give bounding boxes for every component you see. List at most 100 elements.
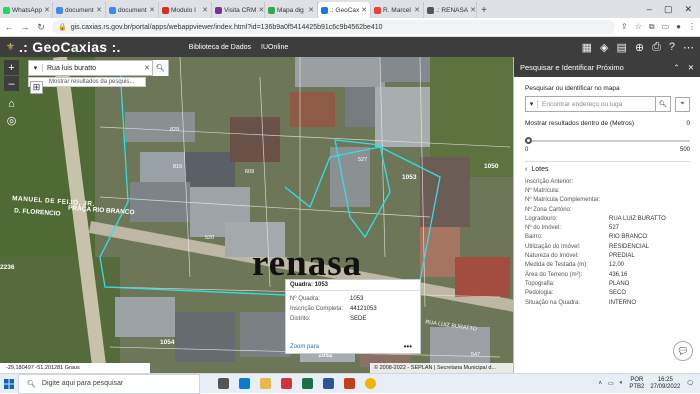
close-icon[interactable]: ✕ xyxy=(684,4,692,15)
zoom-in-button[interactable]: + xyxy=(4,60,19,75)
forward-icon[interactable]: → xyxy=(20,22,30,32)
address-input[interactable]: Encontrar endereço ou luga xyxy=(538,101,655,108)
browser-tab[interactable]: .: GeoCax ✕ xyxy=(318,2,371,18)
popup-more-button[interactable]: ••• xyxy=(404,342,412,351)
close-tab-icon[interactable]: ✕ xyxy=(414,6,420,14)
back-to-lotes[interactable]: ‹ Lotes xyxy=(525,161,690,177)
close-panel-icon[interactable]: ✕ xyxy=(688,63,694,72)
search-icon: 🔍︎ xyxy=(156,65,165,72)
zoom-to-link[interactable]: Zoom para xyxy=(290,344,319,350)
search-icon[interactable]: 🔍︎ xyxy=(655,97,670,111)
print-icon[interactable]: ⎙ xyxy=(652,41,661,54)
address-search[interactable]: ▾ Encontrar endereço ou luga 🔍︎ xyxy=(525,96,671,112)
star-icon[interactable]: ☆ xyxy=(635,22,642,32)
lot-label: 527 xyxy=(358,157,368,163)
zoom-out-button[interactable]: – xyxy=(4,76,19,91)
search-label: Pesquisar ou identificar no mapa xyxy=(525,85,620,92)
search-source-dropdown[interactable]: ▾ xyxy=(29,64,43,72)
browser-tab[interactable]: Mapa dig ✕ xyxy=(265,2,318,18)
browser-tab[interactable]: R. Marcel ✕ xyxy=(371,2,424,18)
close-tab-icon[interactable]: ✕ xyxy=(44,6,50,14)
url-text: gis.caxias.rs.gov.br/portal/apps/webappv… xyxy=(70,23,383,31)
taskbar-search-input[interactable]: Digite aqui para pesquisar xyxy=(42,380,123,387)
close-tab-icon[interactable]: ✕ xyxy=(308,6,314,14)
location-pin-icon[interactable]: ⌖ xyxy=(675,96,690,112)
search-input[interactable]: Rua luis buratto xyxy=(43,65,142,72)
reload-icon[interactable]: ↻ xyxy=(36,22,46,33)
minimize-icon[interactable]: – xyxy=(647,4,652,14)
identify-icon[interactable]: ⊕ xyxy=(635,41,644,54)
file-explorer-icon[interactable] xyxy=(260,378,271,389)
attribute-row: Nº Matrícula Complementar: xyxy=(525,196,690,205)
close-tab-icon[interactable]: ✕ xyxy=(96,6,102,14)
widgets-grid-icon[interactable]: ▦ xyxy=(582,41,592,54)
search-identify-panel: Pesquisar e Identificar Próximo ⌃ ✕ Pesq… xyxy=(513,57,700,373)
tab-favicon-icon xyxy=(427,6,434,14)
notifications-icon[interactable]: 🗨 xyxy=(686,380,694,387)
search-results-hint[interactable]: Mostrar resultados da pesquis... xyxy=(28,77,146,87)
link-iuonline[interactable]: IUOnline xyxy=(261,44,288,51)
profile-icon[interactable]: ● xyxy=(676,22,681,32)
feature-popup: Quadra: 1053 Nº Quadra: 1053 Inscrição Co… xyxy=(285,279,421,354)
map-search[interactable]: ▾ Rua luis buratto ✕ 🔍︎ xyxy=(28,60,169,76)
browser-tab[interactable]: .: RENASA ✕ xyxy=(424,2,477,18)
slider-thumb[interactable] xyxy=(525,137,532,144)
tab-favicon-icon xyxy=(109,6,116,14)
locate-icon[interactable]: ◎ xyxy=(4,113,19,128)
window-controls: – ▢ ✕ xyxy=(647,0,700,18)
close-tab-icon[interactable]: ✕ xyxy=(202,6,208,14)
close-tab-icon[interactable]: ✕ xyxy=(361,6,367,14)
attribute-row: Situação na Quadra: INTERNO xyxy=(525,298,690,307)
excel-icon[interactable] xyxy=(302,378,313,389)
watermark-logo: renasa xyxy=(252,243,363,284)
browser-tab[interactable]: Visita CRM ✕ xyxy=(212,2,265,18)
chrome-icon[interactable] xyxy=(365,378,376,389)
help-icon[interactable]: ? xyxy=(669,41,675,54)
close-tab-icon[interactable]: ✕ xyxy=(149,6,155,14)
browser-tab[interactable]: document ✕ xyxy=(106,2,159,18)
keyboard-indicator[interactable]: PTB2 xyxy=(629,384,644,391)
share-icon[interactable]: ⇪ xyxy=(621,22,628,32)
maximize-icon[interactable]: ▢ xyxy=(664,4,673,15)
extensions-icon[interactable]: ⧉ xyxy=(649,22,655,32)
new-tab-button[interactable]: + xyxy=(477,2,491,18)
overview-toggle-icon[interactable]: ⊞ xyxy=(30,81,43,94)
attribute-list: Inscrição Anterior: Nº Matrícula: Nº Matrí… xyxy=(525,177,690,307)
browser-tab[interactable]: Modulo I ✕ xyxy=(159,2,212,18)
attribute-value: 436,16 xyxy=(609,271,628,278)
volume-icon[interactable]: 🔈︎ xyxy=(620,380,624,387)
clear-icon[interactable]: ✕ xyxy=(142,64,152,72)
mail-icon[interactable] xyxy=(281,378,292,389)
source-dropdown[interactable]: ▾ xyxy=(526,100,538,108)
clock[interactable]: 16:25 27/09/2022 xyxy=(650,377,680,391)
word-icon[interactable] xyxy=(323,378,334,389)
layers-icon[interactable]: ◈ xyxy=(600,41,608,54)
attribute-key: Utilização do Imóvel: xyxy=(525,243,581,250)
home-icon[interactable]: ⌂ xyxy=(4,96,19,111)
windows-start-icon[interactable] xyxy=(0,374,18,394)
back-icon[interactable]: ← xyxy=(4,22,14,32)
address-bar[interactable]: 🔒 gis.caxias.rs.gov.br/portal/apps/webap… xyxy=(52,20,615,34)
distance-value[interactable]: 0 xyxy=(686,120,690,127)
menu-icon[interactable]: ⋮ xyxy=(688,22,696,32)
link-biblioteca[interactable]: Biblioteca de Dados xyxy=(189,44,251,51)
collapse-icon[interactable]: ⌃ xyxy=(673,63,679,72)
chat-icon[interactable]: 💬 xyxy=(673,341,693,361)
powerpoint-icon[interactable] xyxy=(344,378,355,389)
attribute-row: Nº Zona Cartório: xyxy=(525,205,690,214)
tray-chevron-icon[interactable]: ˄ xyxy=(599,381,603,387)
browser-tab[interactable]: document ✕ xyxy=(53,2,106,18)
sidepanel-icon[interactable]: ▭ xyxy=(662,22,670,32)
basemap-icon[interactable]: ▤ xyxy=(616,41,626,54)
distance-slider[interactable] xyxy=(525,135,690,147)
search-button[interactable]: 🔍︎ xyxy=(152,60,168,76)
network-icon[interactable]: ▭ xyxy=(608,380,614,387)
browser-tab[interactable]: WhatsApp ✕ xyxy=(0,2,53,18)
close-tab-icon[interactable]: ✕ xyxy=(258,6,264,14)
taskbar-search[interactable]: 🔍︎ Digite aqui para pesquisar xyxy=(18,373,200,394)
close-tab-icon[interactable]: ✕ xyxy=(470,6,476,14)
language-indicator[interactable]: POR xyxy=(629,377,644,384)
edge-icon[interactable] xyxy=(239,378,250,389)
task-view-icon[interactable] xyxy=(218,378,229,389)
more-icon[interactable]: ⋯ xyxy=(683,41,694,54)
